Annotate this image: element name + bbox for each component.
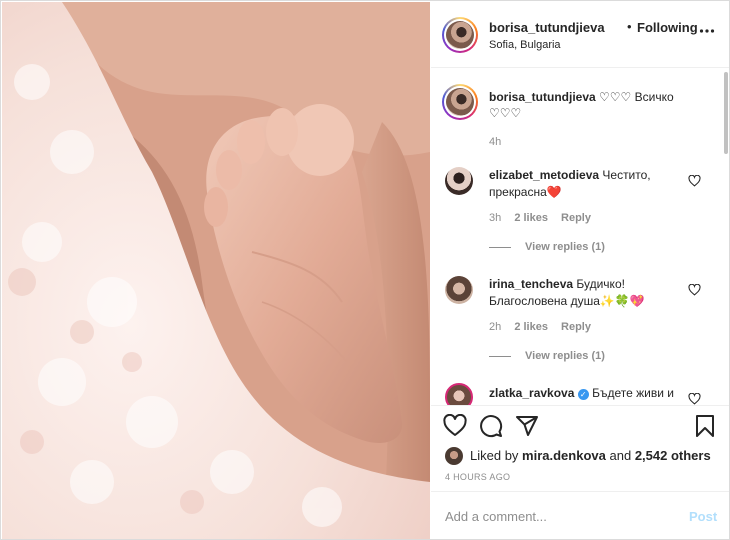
post-comment-button[interactable]: Post [689,509,717,524]
comments-list[interactable]: borisa_tutundjieva ♡♡♡ Всичко ♡♡♡ 4h eli… [431,69,729,405]
author-username[interactable]: borisa_tutundjieva [489,20,605,35]
post-side-panel: borisa_tutundjieva • Following Sofia, Bu… [431,2,729,539]
comment-icon[interactable] [479,414,503,438]
comment-username[interactable]: elizabet_metodieva [489,168,599,182]
comment-username[interactable]: zlatka_ravkova [489,386,574,400]
share-icon[interactable] [515,414,539,438]
view-replies-button[interactable]: View replies (1) [489,241,605,253]
like-comment-heart-icon[interactable] [688,284,701,296]
more-horizontal-icon[interactable] [699,24,715,38]
like-comment-heart-icon[interactable] [688,175,701,187]
action-bar: Liked by mira.denkova and 2,542 others 4… [431,405,729,490]
replies-line [489,246,511,248]
comment-likes[interactable]: 2 likes [514,321,548,333]
likes-count[interactable]: 2,542 others [635,448,711,463]
comment-meta: 3h 2 likes Reply [489,212,601,224]
comment-text: zlatka_ravkova ✓ Бъдете живи и [489,385,694,402]
add-comment-bar: Post [431,491,729,539]
author-avatar[interactable] [442,17,478,53]
post-photo[interactable] [2,2,430,539]
liked-by-text: Liked by mira.denkova and 2,542 others [470,448,711,463]
reply-button[interactable]: Reply [561,321,591,333]
caption-time[interactable]: 4h [489,136,501,148]
verified-badge-icon: ✓ [577,389,589,400]
comment-body: Бъдете живи и [592,386,674,400]
post-modal: borisa_tutundjieva • Following Sofia, Bu… [0,0,730,540]
comment-time[interactable]: 3h [489,212,501,224]
caption-text: borisa_tutundjieva ♡♡♡ Всичко ♡♡♡ [489,89,704,121]
comment-text: irina_tencheva Будичко! Благословена душ… [489,276,694,310]
post-header: borisa_tutundjieva • Following Sofia, Bu… [431,2,729,68]
commenter-avatar[interactable] [445,167,473,195]
view-replies-button[interactable]: View replies (1) [489,350,605,362]
replies-line [489,355,511,357]
comments-scrollbar[interactable] [724,72,728,154]
header-separator: • [627,19,632,34]
liker-avatar[interactable] [445,447,463,465]
commenter-avatar[interactable] [445,383,473,405]
post-location[interactable]: Sofia, Bulgaria [489,39,561,51]
comment-time[interactable]: 2h [489,321,501,333]
baby-foot-photo [2,2,430,539]
caption-avatar[interactable] [442,84,478,120]
comment-input[interactable] [445,506,675,526]
reply-button[interactable]: Reply [561,212,591,224]
caption-username[interactable]: borisa_tutundjieva [489,90,596,104]
heart-icon[interactable] [443,414,467,438]
comment-likes[interactable]: 2 likes [514,212,548,224]
post-timestamp[interactable]: 4 HOURS AGO [445,472,510,482]
comment-username[interactable]: irina_tencheva [489,277,573,291]
commenter-avatar[interactable] [445,276,473,304]
following-button[interactable]: Following [637,20,698,35]
bookmark-icon[interactable] [693,414,717,438]
liker-username[interactable]: mira.denkova [522,448,606,463]
comment-text: elizabet_metodieva Честито, прекрасна❤️ [489,167,694,201]
comment-meta: 2h 2 likes Reply [489,321,601,333]
like-comment-heart-icon[interactable] [688,393,701,405]
